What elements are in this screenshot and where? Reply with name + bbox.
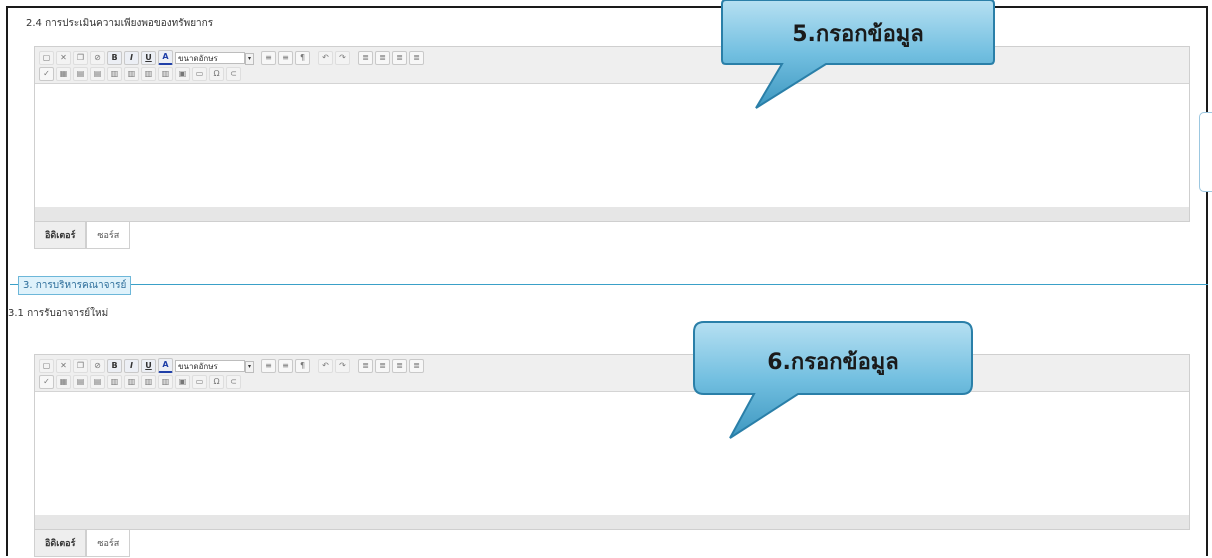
align-right-icon[interactable]: ≣ <box>392 358 407 373</box>
bold-button[interactable]: B <box>107 358 122 373</box>
hr-icon[interactable]: ▭ <box>192 67 207 81</box>
link-icon[interactable]: ⊂ <box>226 375 241 389</box>
paragraph-icon[interactable]: ¶ <box>295 50 310 65</box>
toolbar-row-2: ✓ ▦ ▤ ▤ ▥ ▥ ▥ ▥ ▣ ▭ Ω ⊂ <box>39 67 241 81</box>
tab-editor[interactable]: อิดิเตอร์ <box>34 222 87 249</box>
merge-cells-icon[interactable]: ▥ <box>107 375 122 389</box>
special-char-icon[interactable]: Ω <box>209 375 224 389</box>
align-center-icon[interactable]: ≣ <box>375 50 390 65</box>
editor-toolbar: ▢ ✕ ❐ ⊘ B I U A ขนาดอักษร ▾ ≡ ≡ ¶ ↶ ↷ ≣ ≣… <box>35 47 1189 84</box>
delete-column-icon[interactable]: ▥ <box>158 67 173 81</box>
font-color-icon[interactable]: A <box>158 358 173 373</box>
align-right-icon[interactable]: ≣ <box>392 50 407 65</box>
rich-text-editor-2-4[interactable]: ▢ ✕ ❐ ⊘ B I U A ขนาดอักษร ▾ ≡ ≡ ¶ ↶ ↷ ≣ ≣… <box>34 46 1190 222</box>
bullet-list-icon[interactable]: ≡ <box>261 50 276 65</box>
number-list-icon[interactable]: ≡ <box>278 358 293 373</box>
tab-source[interactable]: ซอร์ส <box>86 222 131 249</box>
undo-icon[interactable]: ↶ <box>318 358 333 373</box>
paste-icon[interactable]: ⊘ <box>90 50 105 65</box>
font-size-select[interactable]: ขนาดอักษร ▾ <box>175 359 254 373</box>
insert-column-icon[interactable]: ▥ <box>141 67 156 81</box>
copy-icon[interactable]: ❐ <box>73 358 88 373</box>
bold-button[interactable]: B <box>107 50 122 65</box>
paste-icon[interactable]: ⊘ <box>90 358 105 373</box>
insert-column-icon[interactable]: ▥ <box>141 375 156 389</box>
merge-cells-icon[interactable]: ▥ <box>107 67 122 81</box>
speech-bubble-shape <box>693 321 973 439</box>
section-3-legend: 3. การบริหารคณาจารย์ <box>18 276 132 295</box>
italic-button[interactable]: I <box>124 50 139 65</box>
field-2-4-label: 2.4 การประเมินความเพียงพอของทรัพยากร <box>26 18 214 29</box>
side-panel-edge <box>1199 112 1212 192</box>
italic-button[interactable]: I <box>124 358 139 373</box>
callout-step-5: 5.กรอกข้อมูล <box>721 0 995 112</box>
toolbar-row-1: ▢ ✕ ❐ ⊘ B I U A ขนาดอักษร ▾ ≡ ≡ ¶ ↶ ↷ ≣ ≣… <box>39 358 424 373</box>
underline-button[interactable]: U <box>141 358 156 373</box>
delete-column-icon[interactable]: ▥ <box>158 375 173 389</box>
new-page-icon[interactable]: ▢ <box>39 358 54 373</box>
editor-content-area[interactable] <box>35 84 1189 207</box>
spellcheck-icon[interactable]: ✓ <box>39 67 54 81</box>
special-char-icon[interactable]: Ω <box>209 67 224 81</box>
chevron-down-icon: ▾ <box>245 360 254 373</box>
new-page-icon[interactable]: ▢ <box>39 50 54 65</box>
editor-statusbar <box>35 515 1189 529</box>
link-icon[interactable]: ⊂ <box>226 67 241 81</box>
tab-editor[interactable]: อิดิเตอร์ <box>34 530 87 557</box>
undo-icon[interactable]: ↶ <box>318 50 333 65</box>
copy-icon[interactable]: ❐ <box>73 50 88 65</box>
number-list-icon[interactable]: ≡ <box>278 50 293 65</box>
callout-step-6-text: 6.กรอกข้อมูล <box>767 350 899 375</box>
table-icon[interactable]: ▦ <box>56 375 71 389</box>
toolbar-row-1: ▢ ✕ ❐ ⊘ B I U A ขนาดอักษร ▾ ≡ ≡ ¶ ↶ ↷ ≣ ≣… <box>39 50 424 65</box>
section-divider <box>10 284 1208 285</box>
align-left-icon[interactable]: ≣ <box>358 358 373 373</box>
editor-toolbar: ▢ ✕ ❐ ⊘ B I U A ขนาดอักษร ▾ ≡ ≡ ¶ ↶ ↷ ≣ ≣… <box>35 355 1189 392</box>
bullet-list-icon[interactable]: ≡ <box>261 358 276 373</box>
hr-icon[interactable]: ▭ <box>192 375 207 389</box>
field-3-1-label: 3.1 การรับอาจารย์ใหม่ <box>8 308 109 319</box>
callout-step-5-text: 5.กรอกข้อมูล <box>792 22 924 47</box>
insert-row-icon[interactable]: ▤ <box>73 67 88 81</box>
delete-row-icon[interactable]: ▤ <box>90 375 105 389</box>
underline-button[interactable]: U <box>141 50 156 65</box>
editor-statusbar <box>35 207 1189 221</box>
image-icon[interactable]: ▣ <box>175 375 190 389</box>
cut-icon[interactable]: ✕ <box>56 358 71 373</box>
editor-mode-tabs-3-1: อิดิเตอร์ ซอร์ส <box>34 530 131 557</box>
redo-icon[interactable]: ↷ <box>335 358 350 373</box>
image-icon[interactable]: ▣ <box>175 67 190 81</box>
split-cells-icon[interactable]: ▥ <box>124 67 139 81</box>
justify-icon[interactable]: ≣ <box>409 358 424 373</box>
toolbar-row-2: ✓ ▦ ▤ ▤ ▥ ▥ ▥ ▥ ▣ ▭ Ω ⊂ <box>39 375 241 389</box>
font-color-icon[interactable]: A <box>158 50 173 65</box>
tab-source[interactable]: ซอร์ส <box>86 530 131 557</box>
delete-row-icon[interactable]: ▤ <box>90 67 105 81</box>
table-icon[interactable]: ▦ <box>56 67 71 81</box>
spellcheck-icon[interactable]: ✓ <box>39 375 54 389</box>
callout-step-6: 6.กรอกข้อมูล <box>693 321 973 440</box>
redo-icon[interactable]: ↷ <box>335 50 350 65</box>
justify-icon[interactable]: ≣ <box>409 50 424 65</box>
editor-content-area[interactable] <box>35 392 1189 515</box>
split-cells-icon[interactable]: ▥ <box>124 375 139 389</box>
align-center-icon[interactable]: ≣ <box>375 358 390 373</box>
cut-icon[interactable]: ✕ <box>56 50 71 65</box>
align-left-icon[interactable]: ≣ <box>358 50 373 65</box>
rich-text-editor-3-1[interactable]: ▢ ✕ ❐ ⊘ B I U A ขนาดอักษร ▾ ≡ ≡ ¶ ↶ ↷ ≣ ≣… <box>34 354 1190 530</box>
editor-mode-tabs-2-4: อิดิเตอร์ ซอร์ส <box>34 222 131 249</box>
paragraph-icon[interactable]: ¶ <box>295 358 310 373</box>
insert-row-icon[interactable]: ▤ <box>73 375 88 389</box>
font-size-select[interactable]: ขนาดอักษร ▾ <box>175 51 254 65</box>
chevron-down-icon: ▾ <box>245 52 254 65</box>
